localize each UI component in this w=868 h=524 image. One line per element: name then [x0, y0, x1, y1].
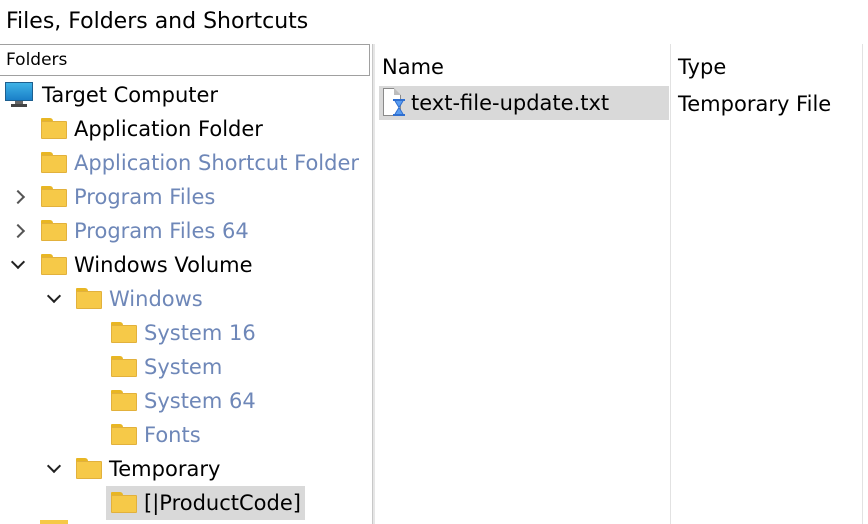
- folder-icon: [40, 186, 68, 208]
- tree-item-system-64[interactable]: System 64: [110, 384, 260, 418]
- tree-item-label: [|ProductCode]: [144, 491, 301, 515]
- tree-item-label: Program Files 64: [74, 219, 249, 243]
- column-header-name[interactable]: Name: [382, 52, 444, 82]
- chevron-down-icon[interactable]: [44, 452, 64, 486]
- column-divider[interactable]: [670, 44, 671, 524]
- folder-icon: [110, 492, 138, 514]
- folders-panel: Folders Target Computer Application Fold…: [0, 44, 372, 524]
- chevron-down-icon[interactable]: [8, 248, 28, 282]
- tree-item-label: System 16: [144, 321, 256, 345]
- folder-icon: [110, 390, 138, 412]
- tree-item-label: Windows: [109, 287, 203, 311]
- tree-item-system[interactable]: System: [110, 350, 226, 384]
- tree-item-windows-volume[interactable]: Windows Volume: [40, 248, 257, 282]
- page-title: Files, Folders and Shortcuts: [6, 9, 309, 34]
- tree-item-label: Application Shortcut Folder: [74, 151, 360, 175]
- column-divider[interactable]: [862, 44, 863, 524]
- folder-icon: [75, 458, 103, 480]
- tree-item-system-16[interactable]: System 16: [110, 316, 260, 350]
- temporary-file-icon: [379, 87, 409, 119]
- tree-item-application-folder[interactable]: Application Folder: [40, 112, 267, 146]
- chevron-down-icon[interactable]: [44, 282, 64, 316]
- tree-item-label: Temporary: [109, 457, 221, 481]
- folder-icon: [40, 254, 68, 276]
- chevron-right-icon[interactable]: [8, 214, 28, 248]
- folder-icon: [40, 118, 68, 140]
- tree-item-application-shortcut-folder[interactable]: Application Shortcut Folder: [40, 146, 363, 180]
- chevron-right-icon[interactable]: [8, 180, 28, 214]
- tree-item-label: Target Computer: [42, 83, 219, 107]
- folder-icon: [75, 288, 103, 310]
- tree-item-temporary[interactable]: Temporary: [75, 452, 224, 486]
- tree-item-label: Fonts: [144, 423, 201, 447]
- tree-item-windows[interactable]: Windows: [75, 282, 207, 316]
- file-name: text-file-update.txt: [411, 91, 610, 115]
- tree-item-label: Windows Volume: [74, 253, 253, 277]
- folder-icon: [110, 356, 138, 378]
- tree-item-label: System: [144, 355, 223, 379]
- folders-header[interactable]: Folders: [0, 44, 370, 76]
- files-panel: Name Type text-file-update.txt Temporary…: [375, 44, 868, 524]
- tree-item-program-files-64[interactable]: Program Files 64: [40, 214, 253, 248]
- tree-item-label: Application Folder: [74, 117, 263, 141]
- tree-item-target-computer[interactable]: Target Computer: [4, 78, 222, 112]
- folder-icon: [40, 520, 68, 524]
- folder-icon: [40, 220, 68, 242]
- computer-icon: [4, 82, 34, 108]
- tree-item-label: System 64: [144, 389, 256, 413]
- file-row[interactable]: text-file-update.txt: [379, 86, 669, 120]
- tree-item-program-files[interactable]: Program Files: [40, 180, 219, 214]
- file-type: Temporary File: [678, 92, 832, 116]
- column-header-type[interactable]: Type: [678, 52, 726, 82]
- folder-icon: [110, 424, 138, 446]
- tree-item-label: Program Files: [74, 185, 216, 209]
- folder-icon: [40, 152, 68, 174]
- tree-item-fonts[interactable]: Fonts: [110, 418, 205, 452]
- folder-icon: [110, 322, 138, 344]
- tree-item-productcode[interactable]: [|ProductCode]: [106, 486, 305, 520]
